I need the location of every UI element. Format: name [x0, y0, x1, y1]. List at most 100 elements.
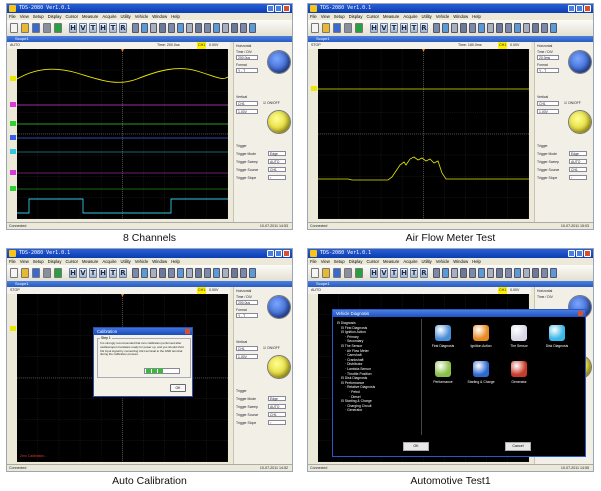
volt-knob[interactable] — [569, 111, 591, 133]
trigger-sweep-select[interactable]: AUTO — [268, 404, 286, 409]
tool-t-button[interactable]: T — [109, 23, 117, 33]
run-icon[interactable] — [355, 268, 363, 278]
run-icon[interactable] — [355, 23, 363, 33]
tool-h-button[interactable]: H — [99, 23, 107, 33]
menu-item[interactable]: Cursor — [366, 259, 379, 264]
toolbar-tool-icon[interactable] — [505, 268, 512, 278]
menu-item[interactable]: Vehicle — [436, 14, 450, 19]
toolbar-tool-icon[interactable] — [550, 268, 557, 278]
diagnosis-item[interactable]: Disk Diagnosis — [541, 325, 573, 355]
dialog-close-icon[interactable] — [185, 329, 190, 334]
ch3-marker[interactable] — [10, 121, 16, 126]
volt-div-select[interactable]: 1.00V — [236, 354, 258, 359]
trigger-slope-select[interactable]: ↑ — [268, 175, 286, 180]
toolbar-tool-icon[interactable] — [249, 268, 256, 278]
print-icon[interactable] — [43, 268, 51, 278]
toolbar-tool-icon[interactable] — [433, 23, 440, 33]
channel-select[interactable]: CH1 — [236, 346, 258, 351]
trigger-slope-select[interactable]: ↑ — [569, 175, 587, 180]
format-select[interactable]: Y - T — [537, 68, 559, 73]
format-select[interactable]: Y - T — [236, 313, 258, 318]
menu-item[interactable]: Acquire — [102, 14, 116, 19]
new-file-icon[interactable] — [311, 268, 319, 278]
trigger-sweep-select[interactable]: AUTO — [569, 159, 587, 164]
onoff-checkbox[interactable]: ☑ ON/OFF — [564, 101, 581, 105]
toolbar-tool-icon[interactable] — [186, 23, 193, 33]
new-file-icon[interactable] — [10, 23, 18, 33]
toolbar-tool-icon[interactable] — [240, 23, 247, 33]
time-knob[interactable] — [569, 51, 591, 73]
menu-item[interactable]: Measure — [383, 259, 399, 264]
open-folder-icon[interactable] — [322, 23, 330, 33]
menu-item[interactable]: View — [321, 14, 330, 19]
toolbar-tool-icon[interactable] — [460, 268, 467, 278]
menu-item[interactable]: Setup — [33, 259, 44, 264]
print-icon[interactable] — [43, 23, 51, 33]
maximize-button[interactable] — [576, 5, 583, 12]
tool-v-button[interactable]: V — [79, 23, 87, 33]
ok-button[interactable]: OK — [403, 442, 429, 451]
toolbar-tool-icon[interactable] — [433, 268, 440, 278]
tool-t-button[interactable]: T — [410, 23, 418, 33]
close-button[interactable] — [283, 5, 290, 12]
menu-item[interactable]: Utility — [121, 14, 131, 19]
tool-h-button[interactable]: H — [69, 23, 77, 33]
toolbar-tool-icon[interactable] — [532, 268, 539, 278]
menu-item[interactable]: Vehicle — [135, 259, 149, 264]
diagnosis-item[interactable]: Generator — [503, 361, 535, 391]
toolbar-tool-icon[interactable] — [460, 23, 467, 33]
toolbar-tool-icon[interactable] — [159, 268, 166, 278]
toolbar-tool-icon[interactable] — [478, 23, 485, 33]
ok-button[interactable]: OK — [170, 384, 186, 392]
menu-item[interactable]: Utility — [422, 259, 432, 264]
menu-item[interactable]: Window — [152, 259, 167, 264]
tool-h-button[interactable]: H — [69, 268, 77, 278]
menu-item[interactable]: Measure — [82, 259, 98, 264]
new-file-icon[interactable] — [311, 23, 319, 33]
tool-h-button[interactable]: H — [400, 23, 408, 33]
trigger-source-select[interactable]: CH1 — [268, 412, 286, 417]
menu-item[interactable]: Display — [48, 259, 62, 264]
open-folder-icon[interactable] — [21, 268, 29, 278]
ch1-marker[interactable] — [311, 86, 317, 91]
toolbar-tool-icon[interactable] — [177, 268, 184, 278]
diagnosis-item[interactable]: Starting & Charge — [465, 361, 497, 391]
ch4-marker[interactable] — [10, 135, 16, 140]
minimize-button[interactable] — [267, 250, 274, 257]
time-div-select[interactable]: 200.0us — [236, 55, 258, 60]
trigger-mode-select[interactable]: Edge — [268, 151, 286, 156]
toolbar-tool-icon[interactable] — [541, 23, 548, 33]
print-icon[interactable] — [344, 268, 352, 278]
run-icon[interactable] — [54, 23, 62, 33]
tool-h-button[interactable]: H — [400, 268, 408, 278]
ch6-marker[interactable] — [10, 170, 16, 175]
tool-v-button[interactable]: V — [380, 268, 388, 278]
volt-div-select[interactable]: 1.00V — [537, 109, 559, 114]
tool-v-button[interactable]: V — [79, 268, 87, 278]
menu-item[interactable]: Help — [171, 14, 180, 19]
toolbar-tool-icon[interactable] — [496, 268, 503, 278]
menu-item[interactable]: Window — [152, 14, 167, 19]
toolbar-tool-icon[interactable] — [222, 23, 229, 33]
menu-item[interactable]: Setup — [334, 14, 345, 19]
diagnosis-item[interactable]: The Sensor — [503, 325, 535, 355]
menu-item[interactable]: File — [9, 259, 16, 264]
tree-item[interactable]: · Generator — [337, 408, 375, 413]
menu-item[interactable]: Window — [453, 14, 468, 19]
menu-item[interactable]: Vehicle — [135, 14, 149, 19]
toolbar-tool-icon[interactable] — [231, 268, 238, 278]
tool-t-button[interactable]: T — [89, 23, 97, 33]
onoff-checkbox[interactable]: ☑ ON/OFF — [263, 346, 280, 350]
dialog-close-icon[interactable] — [578, 311, 583, 316]
tool-v-button[interactable]: V — [380, 23, 388, 33]
toolbar-tool-icon[interactable] — [514, 268, 521, 278]
trigger-source-select[interactable]: CH1 — [268, 167, 286, 172]
tool-r-button[interactable]: R — [119, 23, 127, 33]
menu-item[interactable]: Setup — [334, 259, 345, 264]
menu-item[interactable]: Cursor — [366, 14, 379, 19]
channel-select[interactable]: CH1 — [236, 101, 258, 106]
save-icon[interactable] — [32, 268, 40, 278]
toolbar-tool-icon[interactable] — [541, 268, 548, 278]
diagnosis-item[interactable]: Performance — [427, 361, 459, 391]
tool-r-button[interactable]: R — [420, 23, 428, 33]
